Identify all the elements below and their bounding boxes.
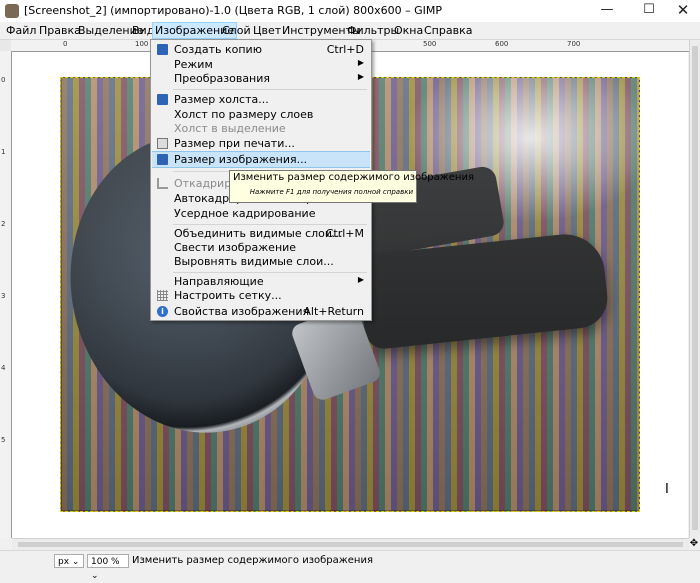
menu-item-label: Усердное кадрирование	[174, 207, 316, 220]
menu-separator	[173, 272, 367, 273]
menu-item-shortcut: Alt+Return	[303, 305, 364, 318]
crop-icon	[157, 178, 168, 189]
unit-select[interactable]: px ⌄	[54, 554, 84, 568]
menu-layer[interactable]: Слой	[220, 23, 253, 38]
ruler-label: 2	[1, 220, 6, 228]
scroll-thumb[interactable]	[18, 542, 683, 547]
menu-item-label: Холст в выделение	[174, 122, 286, 135]
menu-item-label: Холст по размеру слоев	[174, 108, 314, 121]
menu-item-label: Создать копию	[174, 43, 262, 56]
canvas-size-icon	[157, 94, 168, 105]
tooltip-text: Изменить размер содержимого изображения	[233, 172, 474, 183]
ruler-label: 100	[135, 40, 149, 48]
menu-colors[interactable]: Цвет	[251, 23, 283, 38]
menu-item-configure-grid[interactable]: Настроить сетку...	[152, 288, 370, 303]
menu-item-label: Размер изображения...	[174, 153, 308, 166]
menu-separator	[173, 89, 367, 90]
ruler-label: 500	[423, 40, 437, 48]
menu-file[interactable]: Файл	[4, 23, 38, 38]
menu-item-mode[interactable]: Режим ▶	[152, 57, 370, 72]
unit-value: px	[58, 557, 70, 567]
menu-item-label: Свести изображение	[174, 241, 297, 254]
horizontal-scrollbar[interactable]	[12, 538, 689, 550]
vertical-ruler[interactable]: 0 1 2 3 4 5	[0, 51, 12, 538]
status-bar: px ⌄ 100 % ⌄ Изменить размер содержимого…	[0, 550, 700, 581]
print-size-icon	[157, 138, 168, 149]
menu-item-duplicate[interactable]: Создать копию Ctrl+D	[152, 42, 370, 57]
menu-item-transform[interactable]: Преобразования ▶	[152, 71, 370, 86]
vertical-scrollbar[interactable]	[689, 40, 700, 538]
menu-item-label: Преобразования	[174, 72, 271, 85]
ruler-label: 4	[1, 364, 6, 372]
menu-item-canvas-size[interactable]: Размер холста...	[152, 92, 370, 107]
menu-item-shortcut: Ctrl+M	[325, 227, 364, 240]
status-message: Изменить размер содержимого изображения	[132, 555, 373, 566]
menu-item-align-visible-layers[interactable]: Выровнять видимые слои...	[152, 254, 370, 269]
ruler-label: 700	[567, 40, 581, 48]
menu-item-label: Размер холста...	[174, 93, 269, 106]
menu-item-label: Настроить сетку...	[174, 289, 282, 302]
menu-separator	[173, 224, 367, 225]
menu-item-scale-image[interactable]: Размер изображения...	[152, 151, 370, 168]
menu-item-label: Направляющие	[174, 275, 264, 288]
submenu-arrow-icon: ▶	[357, 275, 364, 284]
menu-item-zealous-crop[interactable]: Усердное кадрирование	[152, 206, 370, 221]
menu-item-guides[interactable]: Направляющие ▶	[152, 274, 370, 289]
tooltip: Изменить размер содержимого изображения …	[229, 170, 474, 203]
ruler-label: 3	[1, 292, 6, 300]
menu-item-merge-visible-layers[interactable]: Объединить видимые слои... Ctrl+M	[152, 226, 370, 241]
close-button[interactable]: ✕	[666, 0, 700, 22]
menu-item-image-properties[interactable]: i Свойства изображения Alt+Return	[152, 304, 370, 319]
menu-item-label: Выровнять видимые слои...	[174, 255, 334, 268]
submenu-arrow-icon: ▶	[357, 72, 364, 81]
scroll-thumb[interactable]	[692, 46, 698, 530]
title-bar: [Screenshot_2] (импортировано)-1.0 (Цвет…	[0, 0, 700, 23]
zoom-select[interactable]: 100 % ⌄	[87, 554, 129, 581]
window-title: [Screenshot_2] (импортировано)-1.0 (Цвет…	[24, 4, 443, 17]
text-cursor-icon: I	[665, 482, 669, 497]
menu-item-fit-canvas-to-selection: Холст в выделение	[152, 121, 370, 136]
maximize-button[interactable]: ☐	[632, 0, 666, 22]
menu-help[interactable]: Справка	[422, 23, 474, 38]
menu-windows[interactable]: Окна	[392, 23, 425, 38]
scale-image-icon	[157, 154, 168, 165]
menu-item-fit-canvas-to-layers[interactable]: Холст по размеру слоев	[152, 107, 370, 122]
ruler-label: 1	[1, 148, 6, 156]
menu-item-label: Объединить видимые слои...	[174, 227, 343, 240]
duplicate-icon	[157, 44, 168, 55]
ruler-label: 0	[63, 40, 68, 48]
menu-item-shortcut: Ctrl+D	[326, 43, 364, 56]
navigate-icon[interactable]: ✥	[688, 538, 700, 550]
ruler-label: 5	[1, 436, 6, 444]
minimize-button[interactable]: —	[590, 0, 624, 22]
ruler-label: 600	[495, 40, 509, 48]
menu-bar: Файл Правка Выделение Вид Изображение Сл…	[0, 22, 700, 40]
info-icon: i	[157, 306, 168, 317]
grid-icon	[157, 290, 168, 301]
zoom-value: 100 %	[91, 557, 120, 567]
tooltip-hint: Нажмите F1 для получения полной справки	[249, 188, 413, 196]
menu-item-flatten-image[interactable]: Свести изображение	[152, 240, 370, 255]
gimp-app-icon	[5, 4, 19, 18]
submenu-arrow-icon: ▶	[357, 58, 364, 67]
menu-item-label: Режим	[174, 58, 213, 71]
menu-item-label: Размер при печати...	[174, 137, 295, 150]
menu-item-print-size[interactable]: Размер при печати...	[152, 136, 370, 151]
menu-item-label: Свойства изображения	[174, 305, 310, 318]
ruler-label: 0	[1, 76, 6, 84]
